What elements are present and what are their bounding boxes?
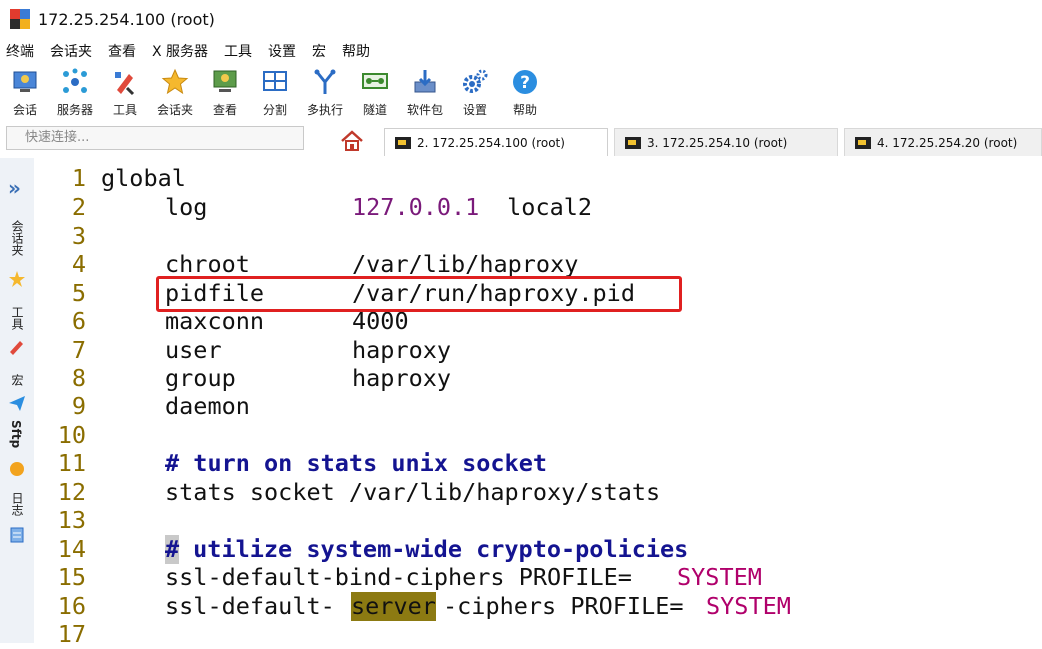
package-icon — [410, 67, 440, 97]
highlight-box — [156, 276, 682, 312]
terminal-editor[interactable]: 1 global 2 log 127.0.0.1 local2 3 4 chroot/v… — [34, 158, 1042, 648]
home-tab[interactable] — [334, 126, 370, 156]
session-icon — [10, 67, 40, 97]
help-icon: ? — [510, 67, 540, 97]
terminal-icon — [625, 136, 641, 149]
tools-icon — [110, 67, 140, 97]
sidebar-tab-log[interactable]: 日志 — [9, 492, 26, 516]
view-icon — [210, 67, 240, 97]
tools-icon — [8, 338, 26, 360]
quick-connect-input[interactable]: 快速连接... — [6, 126, 304, 150]
menu-help[interactable]: 帮助 — [336, 41, 380, 61]
code-line: 1 global — [71, 164, 186, 192]
gear-icon — [460, 67, 490, 97]
code-line: 10 — [57, 421, 86, 449]
code-line: 12 stats socket /var/lib/haproxy/stats — [57, 478, 661, 506]
toolbar-help-button[interactable]: ? 帮助 — [500, 64, 550, 118]
title-bar: 172.25.254.100 (root) — [0, 0, 1042, 38]
tab-session-3[interactable]: 3. 172.25.254.10 (root) — [614, 128, 838, 156]
toolbar: 会话 服务器 工具 会话夹 查看 分割 多执行 隧道 软件包 设置 ? 帮助 — [0, 64, 1042, 122]
tab-session-2[interactable]: 2. 172.25.254.100 (root) — [384, 128, 608, 156]
toolbar-packages-button[interactable]: 软件包 — [400, 64, 450, 118]
toolbar-split-button[interactable]: 分割 — [250, 64, 300, 118]
menu-sessions[interactable]: 会话夹 — [44, 41, 102, 61]
code-line: 17 — [57, 620, 86, 648]
toolbar-tunnel-button[interactable]: 隧道 — [350, 64, 400, 118]
sftp-icon — [8, 460, 26, 482]
side-panel: » 会话夹 工具 宏 Sftp 日志 — [0, 158, 35, 643]
menu-view[interactable]: 查看 — [102, 41, 146, 61]
code-line: 15 ssl-default-bind-ciphers PROFILE= SYSTE… — [57, 563, 762, 591]
code-line: 2 log 127.0.0.1 local2 — [71, 193, 593, 221]
toolbar-tools-button[interactable]: 工具 — [100, 64, 150, 118]
split-icon — [260, 67, 290, 97]
star-icon — [8, 270, 26, 292]
send-icon — [8, 394, 26, 416]
toolbar-view-button[interactable]: 查看 — [200, 64, 250, 118]
terminal-icon — [855, 136, 871, 149]
code-line: 9 daemon — [71, 392, 250, 420]
tab-bar: 快速连接... 2. 172.25.254.100 (root) 3. 172.… — [0, 122, 1042, 158]
code-line: 14 # utilize system-wide crypto-policies — [57, 535, 689, 564]
menu-xserver[interactable]: X 服务器 — [146, 41, 218, 61]
menu-macros[interactable]: 宏 — [306, 41, 336, 61]
star-icon — [160, 67, 190, 97]
code-line: 4 chroot/var/lib/haproxy — [71, 250, 579, 278]
app-logo-icon — [10, 9, 30, 29]
code-line: 7 user haproxy — [71, 336, 452, 364]
multiexec-icon — [310, 67, 340, 97]
code-line: 8 group haproxy — [71, 364, 452, 392]
toolbar-server-button[interactable]: 服务器 — [50, 64, 100, 118]
server-icon — [60, 67, 90, 97]
terminal-icon — [395, 136, 411, 149]
sidebar-tab-sessions[interactable]: 会话夹 — [9, 220, 26, 256]
svg-text:?: ? — [520, 73, 530, 93]
toolbar-session-button[interactable]: 会话 — [0, 64, 50, 118]
sidebar-tab-macros[interactable]: 宏 — [9, 374, 26, 386]
tab-session-4[interactable]: 4. 172.25.254.20 (root) — [844, 128, 1042, 156]
toolbar-multiexec-button[interactable]: 多执行 — [300, 64, 350, 118]
menu-bar: 终端 会话夹 查看 X 服务器 工具 设置 宏 帮助 — [0, 38, 1042, 64]
sidebar-tab-tools[interactable]: 工具 — [9, 306, 26, 330]
home-icon — [341, 130, 363, 151]
toolbar-settings-button[interactable]: 设置 — [450, 64, 500, 118]
code-line: 16 ssl-default-server -ciphers PROFILE= SYS… — [57, 592, 791, 621]
menu-terminal[interactable]: 终端 — [0, 41, 44, 61]
tunnel-icon — [360, 67, 390, 97]
menu-tools[interactable]: 工具 — [218, 41, 262, 61]
window-title: 172.25.254.100 (root) — [38, 9, 215, 29]
expand-sidebar-icon[interactable]: » — [8, 176, 21, 200]
code-line: 13 — [57, 506, 86, 534]
log-icon — [8, 526, 26, 548]
code-line: 11 # turn on stats unix socket — [57, 449, 548, 477]
menu-settings[interactable]: 设置 — [262, 41, 306, 61]
code-line: 3 — [71, 222, 86, 250]
toolbar-favorites-button[interactable]: 会话夹 — [150, 64, 200, 118]
sidebar-tab-sftp[interactable]: Sftp — [9, 420, 23, 448]
